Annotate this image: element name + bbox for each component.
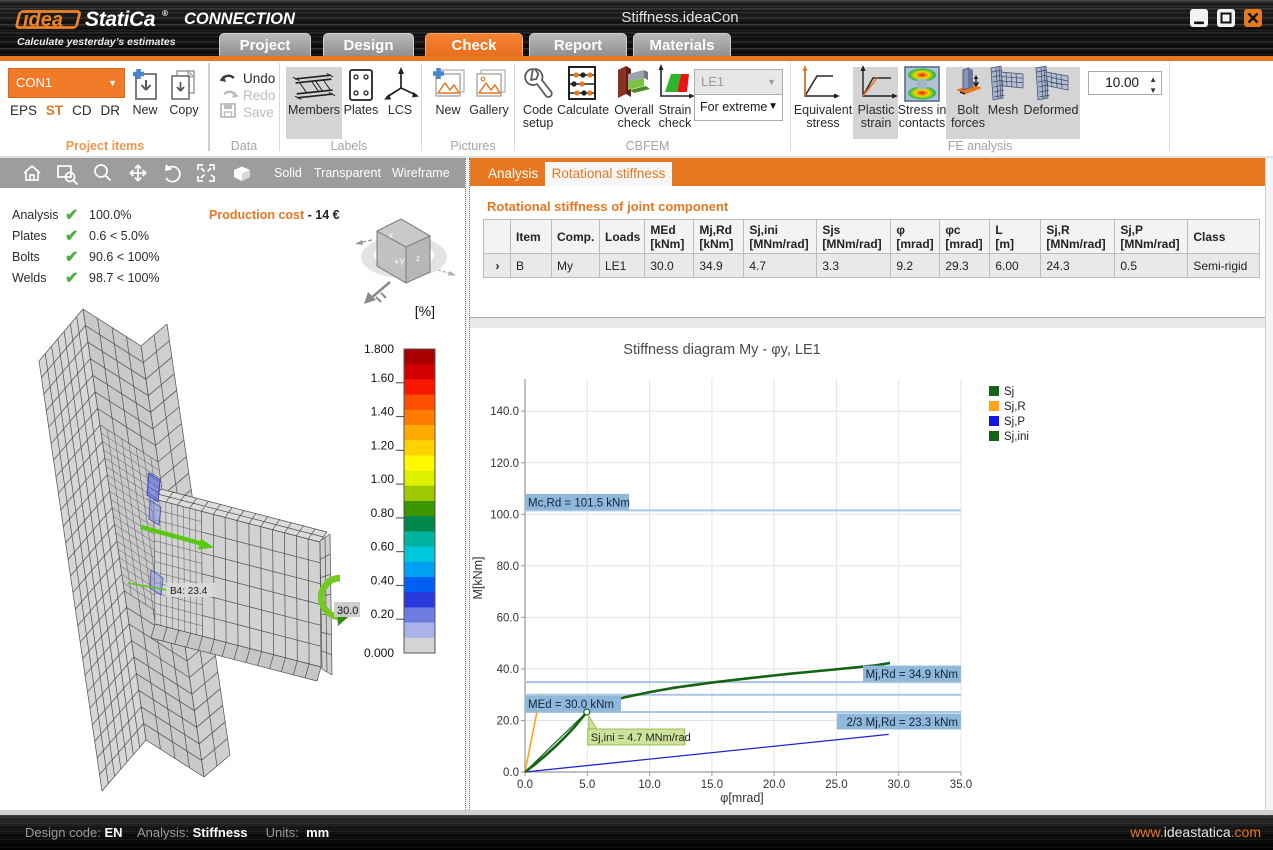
svg-text:0.0: 0.0	[503, 767, 519, 779]
svg-text:0.20: 0.20	[371, 607, 395, 621]
svg-text:0.40: 0.40	[371, 573, 395, 587]
svg-text:20.0: 20.0	[497, 716, 519, 728]
svg-text:x: x	[389, 231, 393, 240]
svg-text:idea: idea	[23, 9, 63, 31]
svg-text:0.000: 0.000	[364, 646, 394, 660]
svg-text:0.80: 0.80	[371, 506, 395, 520]
svg-text:Sj,ini: Sj,ini	[1004, 431, 1029, 443]
svg-text:0.0: 0.0	[517, 779, 533, 791]
svg-text:+Y: +Y	[394, 257, 405, 267]
svg-text:1.800: 1.800	[364, 342, 394, 356]
svg-text:φ[mrad]: φ[mrad]	[720, 791, 764, 805]
svg-text:MEd = 30.0 kNm: MEd = 30.0 kNm	[528, 699, 614, 711]
svg-text:25.0: 25.0	[825, 779, 847, 791]
svg-text:Calculate yesterday’s estimate: Calculate yesterday’s estimates	[17, 36, 176, 48]
svg-text:Transparent: Transparent	[314, 166, 381, 180]
svg-text:5.0: 5.0	[579, 779, 595, 791]
svg-text:Sj,ini = 4.7 MNm/rad: Sj,ini = 4.7 MNm/rad	[591, 732, 691, 744]
svg-text:40.0: 40.0	[497, 664, 519, 676]
svg-text:Wireframe: Wireframe	[392, 166, 450, 180]
svg-text:15.0: 15.0	[701, 779, 723, 791]
svg-text:Sj: Sj	[1004, 386, 1014, 398]
svg-text:1.00: 1.00	[371, 472, 395, 486]
svg-text:[%]: [%]	[415, 303, 435, 319]
svg-text:1.20: 1.20	[371, 438, 395, 452]
svg-text:30.0: 30.0	[337, 605, 358, 617]
svg-text:Solid: Solid	[274, 166, 302, 180]
svg-text:1.60: 1.60	[371, 371, 395, 385]
svg-text:®: ®	[162, 9, 168, 18]
svg-text:120.0: 120.0	[490, 458, 519, 470]
svg-text:80.0: 80.0	[497, 561, 519, 573]
svg-text:0.60: 0.60	[371, 540, 395, 554]
svg-text:CONNECTION: CONNECTION	[184, 10, 296, 28]
svg-text:Sj,R: Sj,R	[1004, 401, 1026, 413]
svg-text:10.0: 10.0	[638, 779, 660, 791]
svg-text:35.0: 35.0	[950, 779, 972, 791]
svg-text:60.0: 60.0	[497, 612, 519, 624]
svg-text:2/3 Mj,Rd = 23.3 kNm: 2/3 Mj,Rd = 23.3 kNm	[846, 717, 958, 729]
svg-text:140.0: 140.0	[490, 406, 519, 418]
svg-text:Mc,Rd = 101.5 kNm: Mc,Rd = 101.5 kNm	[528, 497, 630, 509]
svg-text:20.0: 20.0	[763, 779, 785, 791]
svg-text:Sj,P: Sj,P	[1004, 416, 1025, 428]
svg-text:M[kNm]: M[kNm]	[471, 556, 485, 599]
svg-text:Stiffness diagram My - φy, LE1: Stiffness diagram My - φy, LE1	[623, 342, 820, 358]
svg-text:B4: 23.4: B4: 23.4	[170, 586, 208, 597]
svg-text:30.0: 30.0	[888, 779, 910, 791]
svg-text:Mj,Rd = 34.9 kNm: Mj,Rd = 34.9 kNm	[866, 669, 958, 681]
svg-text:100.0: 100.0	[490, 509, 519, 521]
svg-text:z: z	[416, 254, 420, 263]
svg-text:1.40: 1.40	[371, 405, 395, 419]
svg-text:StatiCa: StatiCa	[85, 8, 156, 31]
